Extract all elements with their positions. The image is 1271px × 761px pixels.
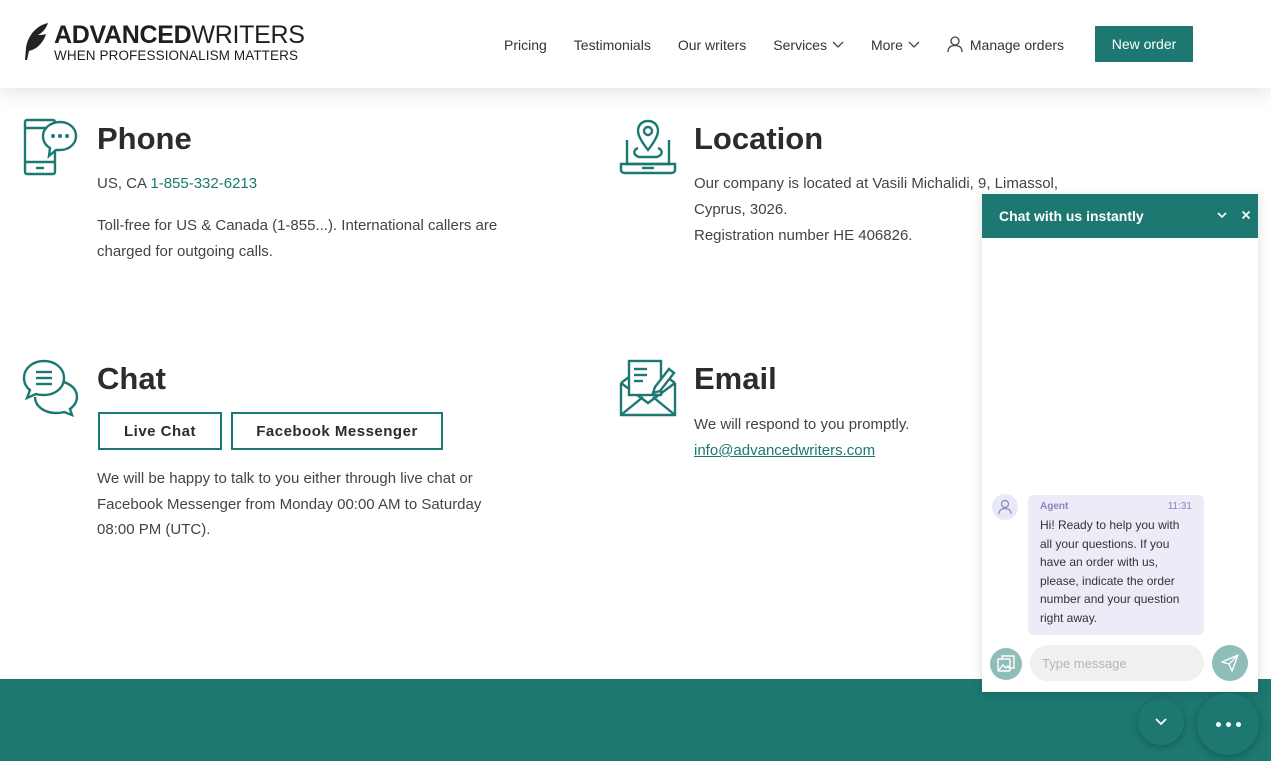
envelope-icon	[619, 359, 677, 417]
site-header: ADVANCEDWRITERS WHEN PROFESSIONALISM MAT…	[0, 0, 1271, 88]
attach-image-button[interactable]	[990, 648, 1022, 680]
phone-title: Phone	[97, 121, 192, 156]
logo[interactable]: ADVANCEDWRITERS WHEN PROFESSIONALISM MAT…	[22, 22, 305, 64]
logo-bold: ADVANCED	[54, 21, 192, 49]
phone-desc-2: charged for outgoing calls.	[97, 243, 273, 260]
nav-more-label: More	[870, 36, 903, 53]
chat-desc-3: 08:00 PM (UTC).	[97, 521, 211, 538]
nav-manage-orders[interactable]: Manage orders	[947, 36, 1064, 53]
email-title: Email	[694, 361, 777, 396]
location-laptop-icon	[619, 119, 677, 175]
chat-desc-1: We will be happy to talk to you either t…	[97, 470, 473, 487]
send-icon	[1221, 654, 1239, 672]
message-time: 11:31	[1167, 501, 1192, 512]
image-icon	[997, 655, 1015, 672]
chevron-down-icon	[908, 41, 920, 48]
phone-chat-icon	[23, 118, 78, 176]
phone-prefix: US, CA	[97, 175, 151, 192]
dot-icon	[1235, 721, 1241, 727]
email-desc: We will respond to you promptly.	[694, 416, 910, 433]
send-button[interactable]	[1212, 645, 1248, 681]
logo-tagline: WHEN PROFESSIONALISM MATTERS	[54, 48, 299, 63]
dot-icon	[1215, 721, 1221, 727]
chevron-down-icon	[1155, 718, 1167, 726]
location-line-2: Cyprus, 3026.	[694, 201, 788, 218]
nav-testimonials[interactable]: Testimonials	[574, 37, 651, 53]
dot-icon	[1225, 721, 1231, 727]
nav-more[interactable]: More	[871, 37, 920, 53]
agent-name: Agent	[1040, 501, 1069, 512]
facebook-messenger-button[interactable]: Facebook Messenger	[231, 412, 443, 450]
chat-widget: Chat with us instantly Agent 11:31 Hi! R…	[982, 194, 1258, 692]
phone-number-line: US, CA 1-855-332-6213	[97, 171, 257, 197]
message-input[interactable]	[1030, 645, 1204, 681]
chat-widget-title: Chat with us instantly	[999, 208, 1144, 224]
phone-number-link[interactable]: 1-855-332-6213	[150, 175, 257, 192]
nav-pricing[interactable]: Pricing	[504, 37, 547, 53]
message-text: Hi! Ready to help you with all your ques…	[1040, 518, 1180, 625]
nav-manage-orders-label: Manage orders	[969, 36, 1065, 53]
location-line-3: Registration number HE 406826.	[694, 227, 913, 244]
nav-services[interactable]: Services	[773, 37, 844, 53]
more-options-button[interactable]	[1197, 693, 1259, 755]
chat-bubbles-icon	[22, 359, 79, 417]
minimize-chevron-icon[interactable]	[1215, 208, 1229, 222]
logo-light: WRITERS	[191, 21, 305, 49]
phone-desc-1: Toll-free for US & Canada (1-855...). In…	[97, 217, 498, 234]
user-icon	[998, 499, 1012, 515]
main-nav: Pricing Testimonials Our writers Service…	[504, 36, 1091, 53]
chat-widget-header: Chat with us instantly	[982, 194, 1258, 238]
close-icon[interactable]	[1239, 208, 1253, 222]
nav-our-writers[interactable]: Our writers	[678, 37, 746, 53]
chat-title: Chat	[97, 361, 166, 396]
agent-avatar	[992, 494, 1018, 520]
agent-message: Agent 11:31 Hi! Ready to help you with a…	[1028, 495, 1204, 635]
email-link[interactable]: info@advancedwriters.com	[694, 438, 875, 464]
chevron-down-icon	[832, 41, 844, 48]
feather-icon	[25, 23, 48, 60]
scroll-down-button[interactable]	[1138, 699, 1184, 745]
new-order-button[interactable]: New order	[1095, 26, 1193, 62]
chat-desc-2: Facebook Messenger from Monday 00:00 AM …	[97, 496, 482, 513]
live-chat-button[interactable]: Live Chat	[98, 412, 222, 450]
location-title: Location	[694, 121, 824, 156]
nav-services-label: Services	[773, 36, 827, 53]
user-icon	[947, 36, 963, 53]
